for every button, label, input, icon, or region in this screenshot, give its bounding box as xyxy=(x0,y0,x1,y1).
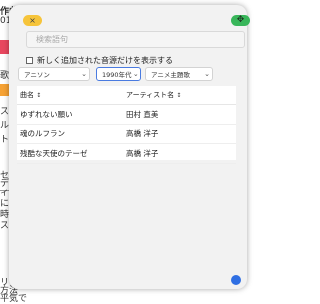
artist-column-label: アーティスト名 xyxy=(126,91,175,99)
close-button[interactable]: × xyxy=(23,15,42,26)
category-select[interactable]: アニメ主題歌 ⌄ xyxy=(145,67,213,81)
bg-snippet: 歌 xyxy=(0,71,10,81)
search-input[interactable] xyxy=(26,31,245,48)
chevron-down-icon: ⌄ xyxy=(132,70,139,78)
floating-action-button[interactable] xyxy=(231,275,241,285)
decade-select-value: 1990年代 xyxy=(102,71,132,79)
artist-cell: 高橋 洋子 xyxy=(126,148,159,158)
song-column-header[interactable]: 曲名 ↕ xyxy=(17,90,126,100)
close-icon: × xyxy=(29,15,36,25)
table-row[interactable]: ゆずれない願い 田村 直美 xyxy=(17,105,236,125)
expand-button[interactable]: ✥ xyxy=(231,15,250,26)
song-table: 曲名 ↕ アーティスト名 ↕ ゆずれない願い 田村 直美 魂のルフラン 高橋 洋… xyxy=(17,86,236,164)
decade-select[interactable]: 1990年代 ⌄ xyxy=(96,67,141,81)
new-only-checkbox-label: 新しく追加された音源だけを表示する xyxy=(37,55,173,65)
sort-icon[interactable]: ↕ xyxy=(36,92,41,99)
genre-select-value: アニソン xyxy=(24,71,50,79)
sort-icon[interactable]: ↕ xyxy=(176,92,181,99)
artist-column-header[interactable]: アーティスト名 ↕ xyxy=(126,90,236,100)
song-column-label: 曲名 xyxy=(20,91,34,99)
table-header: 曲名 ↕ アーティスト名 ↕ xyxy=(17,86,236,105)
new-only-checkbox-row[interactable]: 新しく追加された音源だけを表示する xyxy=(26,55,173,65)
new-only-checkbox[interactable] xyxy=(26,56,33,64)
artist-cell: 田村 直美 xyxy=(126,109,159,119)
genre-select[interactable]: アニソン ⌄ xyxy=(18,67,90,81)
table-row[interactable]: 魂のルフラン 高橋 洋子 xyxy=(17,125,236,144)
song-cell: 残酷な天使のテーゼ xyxy=(20,148,88,158)
category-select-value: アニメ主題歌 xyxy=(151,71,190,79)
music-filter-panel: × ✥ 新しく追加された音源だけを表示する アニソン ⌄ 1990年代 ⌄ アニ… xyxy=(9,5,250,289)
bg-snippet: ト xyxy=(0,135,10,145)
bg-snippet: ス xyxy=(0,107,10,117)
artist-cell: 高橋 洋子 xyxy=(126,129,159,139)
song-cell: ゆずれない願い xyxy=(20,109,73,119)
song-cell: 魂のルフラン xyxy=(20,129,65,139)
table-row[interactable]: 残酷な天使のテーゼ 高橋 洋子 xyxy=(17,144,236,164)
chevron-down-icon: ⌄ xyxy=(204,70,210,78)
chevron-down-icon: ⌄ xyxy=(81,70,87,78)
bg-snippet: ル xyxy=(0,121,10,131)
bg-snippet: 平気で xyxy=(0,294,28,304)
move-icon: ✥ xyxy=(236,15,245,25)
